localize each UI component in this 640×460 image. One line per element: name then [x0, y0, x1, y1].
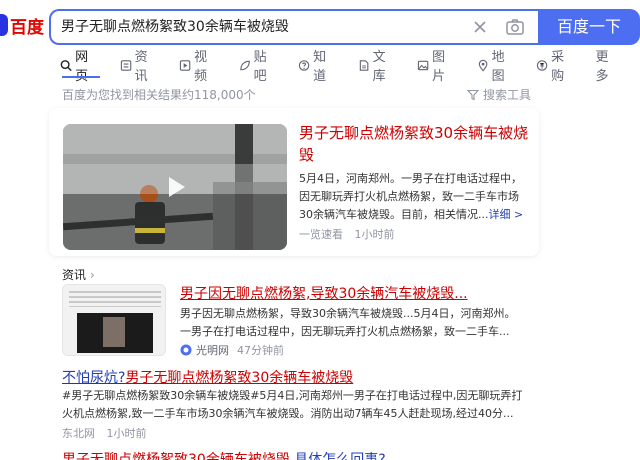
video-result-card: 男子无聊点燃杨絮致30余辆车被烧毁 5月4日，河南郑州。一男子在打电话过程中，因…	[49, 108, 539, 256]
news-icon	[120, 59, 131, 71]
tieba-icon	[239, 60, 250, 70]
tab-news[interactable]: 资讯	[120, 50, 160, 84]
active-tab-indicator	[62, 76, 100, 78]
video-result-meta: 一览速看 1小时前	[299, 226, 403, 242]
tab-wenku[interactable]: 文库	[358, 50, 398, 84]
tab-map[interactable]: 地图	[477, 50, 517, 84]
result-3-source[interactable]: 东北网	[62, 427, 95, 440]
news-result-snippet: 男子因无聊点燃杨絮，导致30余辆汽车被烧毁...5月4日，河南郑州。一男子在打电…	[180, 307, 516, 338]
news-label-text: 资讯	[62, 268, 87, 282]
news-result-meta: 光明网 47分钟前	[180, 342, 284, 358]
search-tabs: 网页 资讯 视频 贴吧 知道 文库 图片 地图 采购 更多	[60, 50, 640, 84]
result-4-title-suffix: ,具体怎么回事?	[289, 452, 386, 460]
search-button[interactable]: 百度一下	[538, 9, 640, 45]
tab-label: 文库	[372, 50, 386, 84]
filter-icon	[467, 89, 479, 100]
search-tools-label: 搜索工具	[483, 88, 532, 102]
paw-icon	[0, 14, 8, 36]
result-4-title[interactable]: 男子无聊点燃杨絮致30余辆车被烧毁,具体怎么回事?	[62, 450, 386, 460]
tab-label: 贴吧	[253, 50, 267, 84]
thumbnail-figure	[103, 317, 125, 347]
news-source[interactable]: 光明网	[196, 342, 229, 358]
tab-label: 图片	[432, 50, 446, 84]
tab-tieba[interactable]: 贴吧	[239, 50, 279, 84]
tab-image[interactable]: 图片	[417, 50, 457, 84]
header: 百度 百度一下	[0, 0, 640, 50]
video-thumbnail[interactable]	[63, 124, 287, 250]
tab-purchase[interactable]: 采购	[536, 50, 576, 84]
news-time: 47分钟前	[237, 344, 284, 357]
search-box	[49, 9, 539, 45]
tab-more[interactable]: 更多	[596, 50, 620, 84]
result-source[interactable]: 一览速看	[299, 228, 343, 241]
tab-video[interactable]: 视频	[179, 50, 219, 84]
tab-zhidao[interactable]: 知道	[298, 50, 338, 84]
tab-label: 资讯	[134, 50, 148, 84]
tab-label: 视频	[194, 50, 208, 84]
logo-text: 百度	[10, 17, 44, 38]
map-icon	[478, 59, 487, 71]
video-result-title[interactable]: 男子无聊点燃杨絮致30余辆车被烧毁	[299, 122, 529, 166]
tab-web[interactable]: 网页	[60, 50, 100, 84]
news-result-title[interactable]: 男子因无聊点燃杨絮,导致30余辆汽车被烧毁...	[180, 284, 520, 304]
search-tools[interactable]: 搜索工具	[467, 86, 531, 103]
question-icon	[298, 59, 310, 71]
search-icon	[60, 59, 72, 71]
result-3-snippet: #男子无聊点燃杨絮致30余辆车被烧毁#5月4日,河南郑州一男子在打电话过程中,因…	[62, 389, 523, 420]
result-3-time: 1小时前	[106, 427, 147, 440]
source-logo-icon	[180, 344, 192, 356]
image-icon	[417, 60, 429, 70]
video-result-snippet: 5月4日，河南郑州。一男子在打电话过程中，因无聊玩弄打火机点燃杨絮，致一二手车市…	[299, 170, 531, 224]
result-3-meta: 东北网 1小时前	[62, 425, 155, 441]
purchase-icon	[536, 59, 548, 71]
tab-label: 知道	[313, 50, 327, 84]
close-icon[interactable]	[471, 18, 489, 36]
camera-icon[interactable]	[505, 17, 525, 37]
tab-label: 采购	[551, 50, 565, 84]
baidu-logo[interactable]: 百度	[0, 10, 44, 40]
result-4-title-main: 男子无聊点燃杨絮致30余辆车被烧毁	[62, 452, 290, 460]
news-section-label[interactable]: 资讯 ›	[62, 266, 95, 283]
result-3-title-prefix: 不怕尿炕?	[62, 370, 126, 386]
thumbnail-text-lines	[69, 291, 161, 307]
video-icon	[179, 59, 191, 71]
chevron-right-icon: ›	[90, 267, 95, 282]
tab-label: 地图	[491, 50, 505, 84]
result-count: 百度为您找到相关结果约118,000个	[62, 88, 256, 102]
search-input[interactable]	[61, 11, 451, 43]
document-icon	[359, 59, 368, 71]
result-3-title[interactable]: 不怕尿炕?男子无聊点燃杨絮致30余辆车被烧毁	[62, 368, 353, 388]
tab-label: 更多	[595, 50, 609, 84]
result-time: 1小时前	[354, 228, 395, 241]
news-thumbnail[interactable]	[62, 284, 166, 356]
tab-label: 网页	[75, 50, 89, 84]
result-3-title-main: 男子无聊点燃杨絮致30余辆车被烧毁	[125, 370, 354, 386]
play-icon[interactable]	[161, 173, 189, 201]
details-link[interactable]: 详细 >	[489, 208, 524, 221]
